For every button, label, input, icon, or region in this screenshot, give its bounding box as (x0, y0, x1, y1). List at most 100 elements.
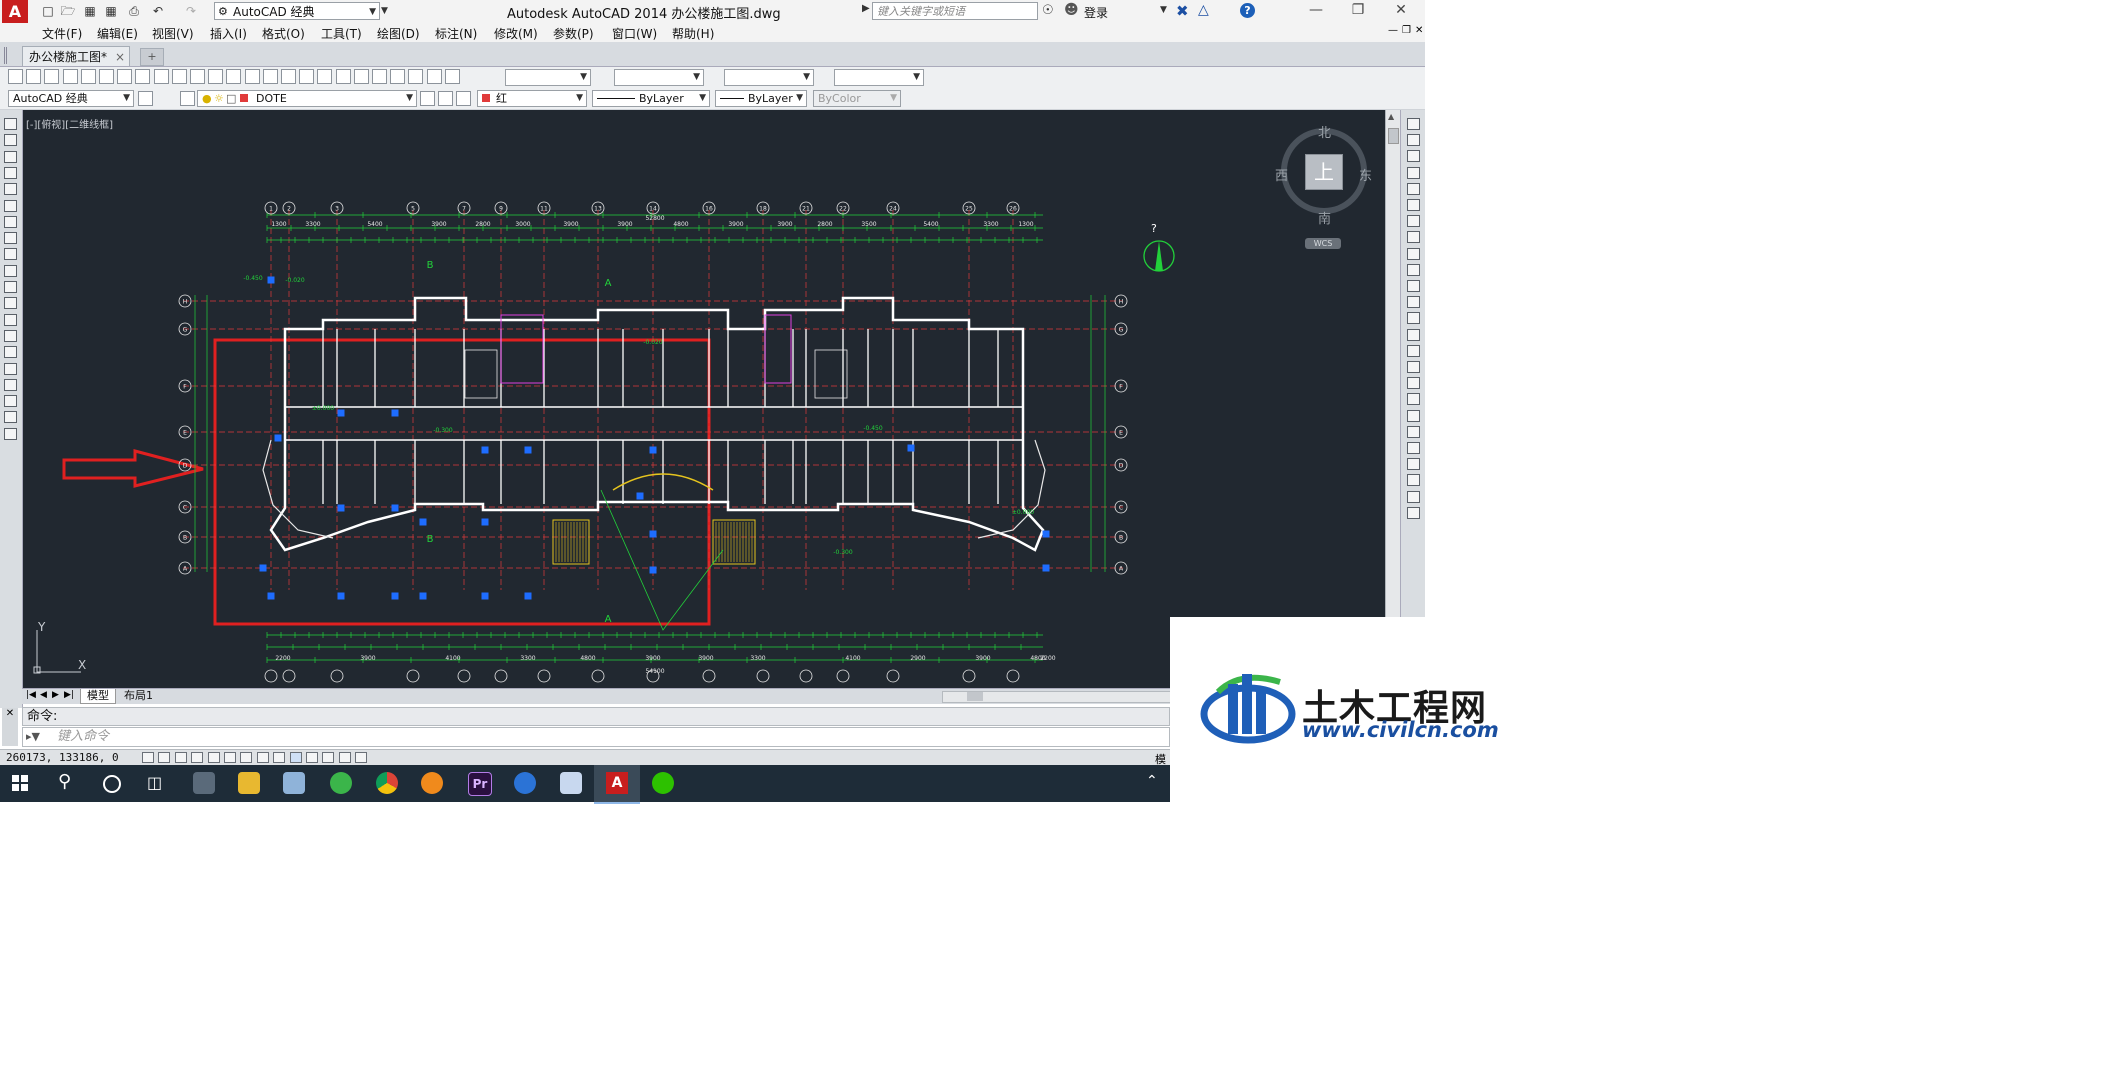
break-at-point-icon[interactable] (1407, 296, 1420, 309)
gradient-icon[interactable] (4, 362, 17, 375)
doc-minimize-icon[interactable]: — (1388, 25, 1398, 36)
open-file-icon[interactable]: 🗁 (60, 3, 76, 19)
menu-help[interactable]: 帮助(H) (672, 25, 714, 42)
login-link[interactable]: 登录 (1084, 4, 1108, 21)
redo-icon[interactable]: ↷ (183, 3, 199, 19)
wcs-menu[interactable]: WCS (1305, 238, 1341, 249)
zoom-previous-icon[interactable] (317, 69, 333, 84)
layer-state-icon[interactable] (456, 91, 471, 106)
move-icon[interactable] (1407, 199, 1420, 211)
send-under-icon[interactable] (1407, 474, 1420, 487)
dynamic-input-icon[interactable] (289, 752, 302, 763)
make-block-icon[interactable] (4, 313, 17, 326)
grid-display-icon[interactable] (174, 752, 187, 763)
copy-icon[interactable] (153, 69, 169, 84)
scroll-up-icon[interactable]: ▲ (1388, 112, 1394, 121)
sheet-set-icon[interactable] (390, 69, 406, 84)
chrome-icon[interactable] (376, 772, 398, 794)
object-snap-icon[interactable] (224, 752, 236, 763)
blend-icon[interactable] (1407, 377, 1420, 390)
arc-icon[interactable] (4, 199, 17, 212)
premiere-icon[interactable]: Pr (468, 772, 492, 796)
zoom-realtime-icon[interactable] (281, 69, 296, 84)
workspace-dropdown-arrow[interactable]: ▼ (381, 3, 393, 19)
draworder-icon[interactable] (1407, 409, 1420, 422)
viewcube-north[interactable]: 北 (1318, 122, 1331, 141)
offset-icon[interactable] (1407, 166, 1420, 179)
cortana-icon[interactable] (103, 775, 121, 793)
search-expand-icon[interactable]: ▶ (862, 3, 870, 14)
viewcube-south[interactable]: 南 (1318, 208, 1331, 227)
properties-icon[interactable] (335, 69, 351, 84)
autocad-taskbar-item[interactable]: A (594, 765, 640, 804)
ortho-mode-icon[interactable] (191, 752, 204, 763)
paper-plane-icon[interactable] (560, 772, 582, 794)
viewcube-west[interactable]: 西 (1275, 165, 1288, 184)
markup-icon[interactable] (408, 69, 424, 84)
layer-manager-icon[interactable] (180, 91, 195, 106)
selection-cycling-icon[interactable] (355, 752, 368, 763)
workspace-combo[interactable]: AutoCAD 经典 ▼ (8, 90, 134, 107)
viewcube-top-face[interactable]: 上 (1305, 154, 1343, 190)
make-current-layer-icon[interactable] (420, 91, 435, 106)
lineweight-icon[interactable] (306, 752, 318, 763)
layer-previous-icon[interactable] (438, 91, 453, 106)
rectangle-icon[interactable] (4, 183, 17, 196)
undo-icon[interactable] (226, 69, 242, 84)
save-icon[interactable] (44, 69, 60, 84)
multileader-style-combo[interactable]: ▼ (834, 69, 924, 86)
object-snap-tracking-icon[interactable] (256, 752, 269, 763)
chamfer-icon[interactable] (1407, 344, 1420, 357)
trim-icon[interactable] (1407, 263, 1420, 276)
linetype-combo[interactable]: ByLayer ▼ (592, 90, 710, 107)
task-view-icon[interactable]: ◫ (147, 773, 162, 792)
table-icon[interactable] (4, 395, 17, 408)
3d-print-icon[interactable] (117, 69, 133, 84)
send-back-icon[interactable] (1407, 442, 1420, 454)
fillet-icon[interactable] (1407, 361, 1420, 373)
menu-format[interactable]: 格式(O) (262, 25, 305, 42)
command-grip[interactable]: ✕ (2, 708, 18, 746)
new-tab-button[interactable]: + (140, 48, 164, 66)
autocad-logo-icon[interactable]: A (2, 0, 28, 23)
join-icon[interactable] (1407, 328, 1420, 341)
dynamic-ucs-icon[interactable] (273, 752, 286, 763)
quick-properties-icon[interactable] (338, 752, 351, 763)
close-icon[interactable]: × (115, 47, 125, 67)
insert-block-icon[interactable] (4, 297, 17, 310)
circle-icon[interactable] (4, 215, 17, 228)
binoculars-icon[interactable]: ☉ (1042, 3, 1054, 18)
first-layout-icon[interactable]: |◀ (26, 690, 36, 700)
a360-icon[interactable]: △ (1198, 2, 1209, 18)
tab-model[interactable]: 模型 (80, 689, 116, 704)
mtext-icon[interactable] (4, 411, 17, 424)
help-icon[interactable] (444, 69, 460, 84)
copy-object-icon[interactable] (1407, 134, 1420, 147)
ellipse-icon[interactable] (4, 264, 17, 277)
exchange-icon[interactable]: ✖ (1176, 2, 1189, 20)
paste-icon[interactable] (171, 69, 187, 84)
block-editor-icon[interactable] (208, 69, 224, 84)
save-icon[interactable]: ▦ (82, 3, 98, 19)
menu-edit[interactable]: 编辑(E) (97, 25, 138, 42)
erase-icon[interactable] (1407, 118, 1420, 130)
search-icon[interactable]: ⚲ (58, 771, 71, 792)
point-icon[interactable] (4, 329, 17, 342)
tool-palettes-icon[interactable] (372, 69, 387, 84)
rotate-icon[interactable] (1407, 215, 1420, 228)
save-as-icon[interactable]: ▦ (103, 3, 119, 19)
doc-restore-icon[interactable]: ❐ (1402, 25, 1411, 36)
menu-tools[interactable]: 工具(T) (321, 25, 362, 42)
plot-preview-icon[interactable] (80, 69, 96, 84)
revision-cloud-icon[interactable] (4, 232, 17, 245)
table-style-combo[interactable]: ▼ (724, 69, 814, 86)
qnew-icon[interactable] (8, 69, 23, 84)
viewcube-east[interactable]: 东 (1359, 165, 1372, 184)
last-layout-icon[interactable]: ▶| (64, 690, 74, 700)
color-combo[interactable]: 红 ▼ (477, 90, 587, 107)
spline-icon[interactable] (4, 248, 17, 261)
text-style-combo[interactable]: ▼ (505, 69, 591, 86)
line-icon[interactable] (4, 118, 17, 130)
command-input[interactable]: 键入命令 (22, 727, 1170, 747)
undo-icon[interactable]: ↶ (150, 3, 166, 19)
